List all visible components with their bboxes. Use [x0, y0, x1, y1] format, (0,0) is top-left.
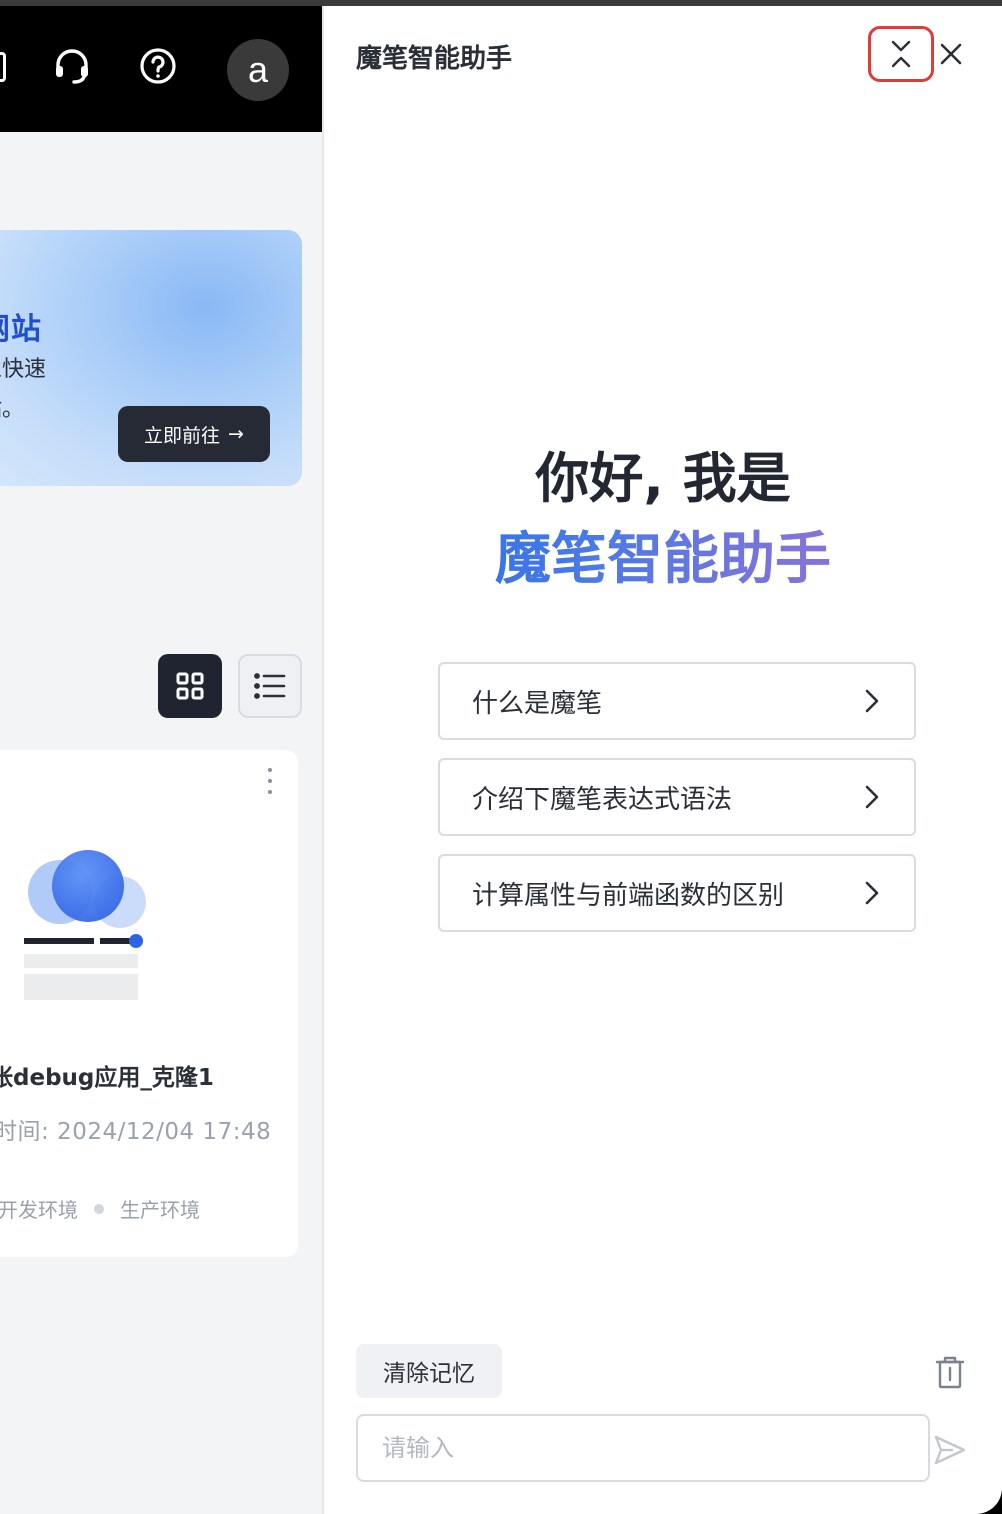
clear-memory-button[interactable]: 清除记忆 — [356, 1344, 502, 1398]
close-button[interactable] — [936, 36, 966, 72]
chevron-right-icon — [865, 689, 879, 713]
banner-title: 网站 — [0, 312, 42, 347]
suggestion-item[interactable]: 什么是魔笔 — [438, 662, 916, 740]
suggestion-item[interactable]: 计算属性与前端函数的区别 — [438, 854, 916, 932]
suggestion-item[interactable]: 介绍下魔笔表达式语法 — [438, 758, 916, 836]
assistant-panel: 魔笔智能助手 你好, 我是 魔笔智能助手 什么是魔笔 介绍下魔笔表达式语法 计算… — [324, 6, 1002, 1514]
arrow-right-icon: → — [228, 423, 244, 445]
close-icon — [940, 43, 962, 65]
grid-view-button[interactable] — [158, 654, 222, 718]
environment-list: 开发环境 生产环境 — [0, 1194, 200, 1223]
list-view-button[interactable] — [238, 654, 302, 718]
app-header: a — [0, 6, 323, 132]
greeting-line-1: 你好, 我是 — [535, 447, 791, 510]
env-prod-label: 生产环境 — [120, 1198, 200, 1222]
panel-title: 魔笔智能助手 — [356, 44, 513, 74]
chat-input[interactable] — [356, 1414, 930, 1482]
grid-view-icon — [176, 672, 204, 700]
greeting-line-2: 魔笔智能助手 — [324, 514, 1002, 595]
collapse-icon — [891, 40, 911, 68]
banner-description: 业快速 站。 — [0, 350, 46, 430]
go-now-label: 立即前往 — [144, 424, 221, 447]
status-dot-icon — [94, 1203, 104, 1214]
banner-desc-line1: 业快速 — [0, 357, 47, 382]
app-title: 张debug应用_克隆1 — [0, 1065, 214, 1091]
suggestion-label: 计算属性与前端函数的区别 — [472, 880, 785, 911]
send-icon[interactable] — [930, 1430, 970, 1470]
suggestion-label: 介绍下魔笔表达式语法 — [472, 784, 733, 815]
trash-icon[interactable] — [932, 1352, 968, 1392]
suggestion-label: 什么是魔笔 — [472, 688, 603, 719]
env-dev-label: 开发环境 — [0, 1198, 78, 1222]
user-avatar[interactable]: a — [227, 39, 289, 101]
help-icon[interactable] — [134, 42, 182, 90]
collapse-button[interactable] — [868, 26, 934, 82]
app-card[interactable]: 张debug应用_克隆1 时间: 2024/12/04 17:48 开发环境 生… — [0, 750, 298, 1257]
background-app: a 网站 业快速 站。 立即前往 → — [0, 6, 323, 1514]
chevron-right-icon — [865, 785, 879, 809]
app-updated-time: 时间: 2024/12/04 17:48 — [0, 1119, 272, 1145]
banner-desc-line2: 站。 — [0, 397, 25, 422]
promo-banner: 网站 业快速 站。 立即前往 → — [0, 230, 302, 486]
app-illustration — [24, 850, 146, 1000]
list-view-icon — [254, 673, 286, 699]
partial-icon[interactable] — [0, 52, 6, 82]
headset-icon[interactable] — [48, 42, 96, 90]
chevron-right-icon — [865, 881, 879, 905]
go-now-button[interactable]: 立即前往 → — [118, 406, 270, 462]
more-options-icon[interactable] — [266, 768, 274, 794]
